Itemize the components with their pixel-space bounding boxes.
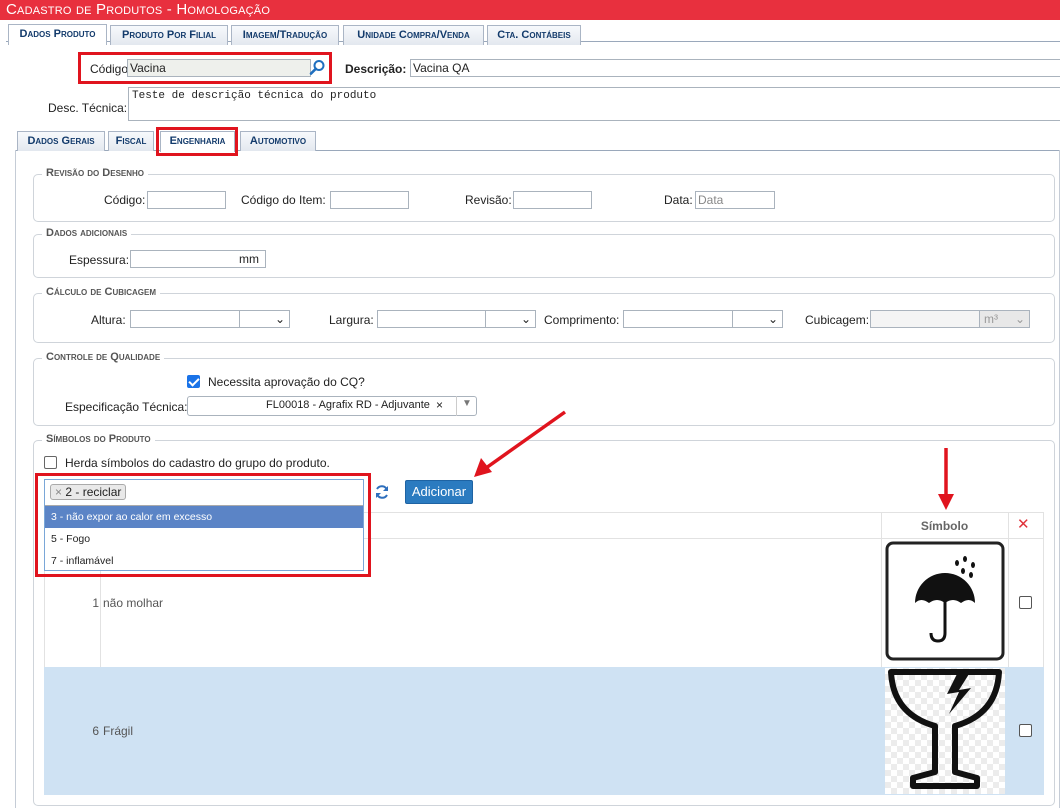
- annotation-arrows: [474, 410, 954, 510]
